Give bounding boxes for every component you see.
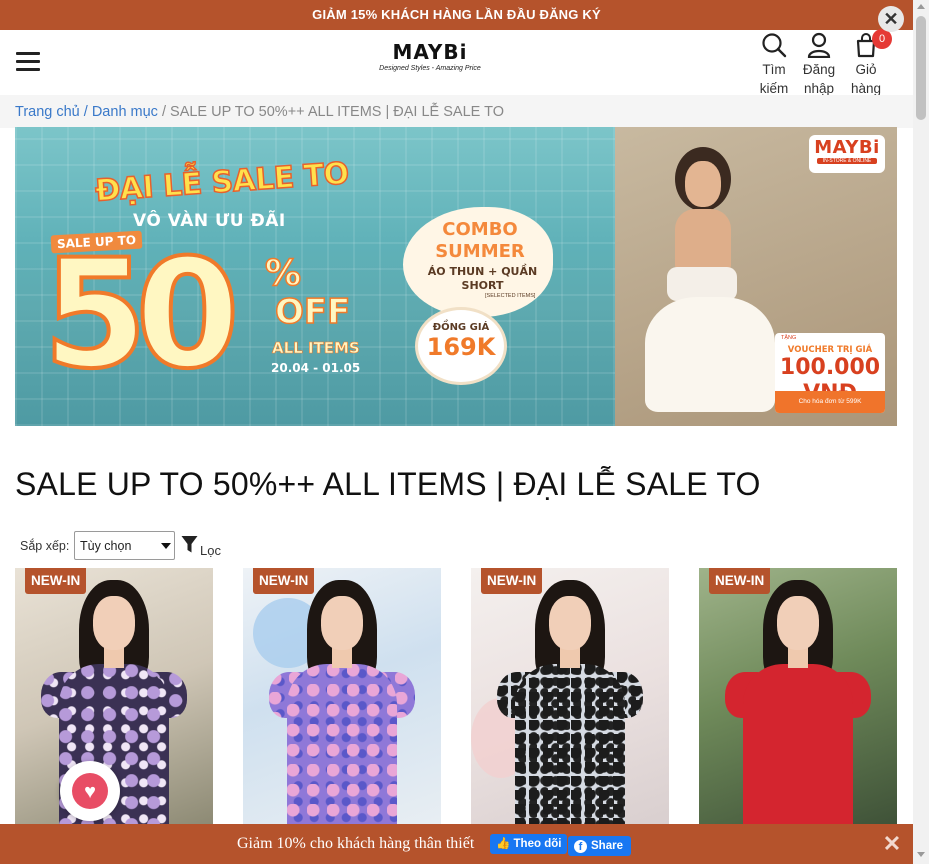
breadcrumb: Trang chủ / Danh mục / SALE UP TO 50%++ … [15,104,504,120]
new-in-badge: NEW-IN [25,568,87,594]
page-scrollbar[interactable] [913,0,929,864]
facebook-share-button[interactable]: f Share [568,836,631,856]
breadcrumb-bar: Trang chủ / Danh mục / SALE UP TO 50%++ … [0,95,913,128]
promo-bar: GIẢM 15% KHÁCH HÀNG LẦN ĐẦU ĐĂNG KÝ [0,0,913,30]
banner-logo-sub: IN-STORE & ONLINE [817,158,877,164]
scroll-down-arrow-icon[interactable] [917,852,925,857]
banner-logo: MAYBi IN-STORE & ONLINE [809,135,885,173]
voucher-tag: TẶNG [781,335,797,341]
cart-label-1: Giỏ [855,62,877,77]
scroll-thumb[interactable] [916,16,926,120]
product-card[interactable]: NEW-IN [243,568,441,824]
promo-close-button[interactable]: ✕ [878,6,904,32]
search-icon [762,33,787,58]
product-card[interactable]: NEW-IN [699,568,897,824]
new-in-badge: NEW-IN [481,568,543,594]
banner-logo-name: MAYBi [814,137,880,158]
sort-select[interactable]: Tùy chọn [74,531,175,560]
loyalty-text: Giảm 10% cho khách hàng thân thiết [237,835,475,852]
facebook-follow-button[interactable]: 👍 Theo dõi [490,834,568,854]
voucher-note: Cho hóa đơn từ 599K [775,391,885,413]
search-button[interactable]: Tìm kiếm [750,32,798,98]
filter-label: Lọc [200,543,221,558]
combo-note: [SELECTED ITEMS] [485,293,536,299]
sort-label: Sắp xếp: [20,539,70,553]
banner-model-image [645,147,775,412]
login-label-1: Đăng [802,62,836,77]
cart-button[interactable]: 0 Giỏ hàng [842,29,892,98]
price-value: 169K [426,333,496,361]
logo-name: MAYBi [392,40,468,64]
loyalty-close-button[interactable]: ✕ [882,833,902,855]
breadcrumb-category[interactable]: / Danh mục [84,104,158,120]
sale-banner[interactable]: ĐẠI LỄ SALE TO VÔ VÀN ƯU ĐÃI 50 SALE UP … [15,127,897,426]
new-in-badge: NEW-IN [253,568,315,594]
combo-title: COMBO SUMMER [435,219,525,262]
page-title: SALE UP TO 50%++ ALL ITEMS | ĐẠI LỄ SALE… [15,466,761,502]
price-circle: ĐỒNG GIÁ 169K [415,307,507,385]
search-label-1: Tìm [762,62,786,77]
heart-icon: ♥ [72,773,108,809]
voucher-title: VOUCHER TRỊ GIÁ [787,345,873,355]
combo-items: ÁO THUN + QUẦN SHORT [427,265,538,292]
site-logo[interactable]: MAYBi Designed Styles - Amazing Price [360,40,500,72]
new-in-badge: NEW-IN [709,568,771,594]
scroll-up-arrow-icon[interactable] [917,4,925,9]
cart-count-badge: 0 [872,29,892,49]
breadcrumb-home[interactable]: Trang chủ [15,104,80,120]
loyalty-bar: Giảm 10% cho khách hàng thân thiết 👍 The… [0,824,913,864]
promo-text: GIẢM 15% KHÁCH HÀNG LẦN ĐẦU ĐĂNG KÝ [312,7,601,22]
follow-label: Theo dõi [513,838,562,850]
price-label: ĐỒNG GIÁ [432,322,490,333]
breadcrumb-current: / SALE UP TO 50%++ ALL ITEMS | ĐẠI LỄ SA… [161,104,504,120]
product-image[interactable] [699,568,897,824]
banner-off: OFF [274,291,351,333]
banner-big-number: 50 [41,228,242,402]
login-button[interactable]: Đăng nhập [795,32,843,98]
header: MAYBi Designed Styles - Amazing Price Tì… [0,29,913,96]
facebook-icon: f [574,840,587,853]
chevron-down-icon [161,543,171,549]
menu-icon[interactable] [16,52,40,72]
product-card[interactable]: NEW-IN [471,568,669,824]
banner-dates: 20.04 - 01.05 [271,361,361,375]
share-label: Share [591,840,623,852]
voucher-card: TẶNG VOUCHER TRỊ GIÁ 100.000 VNĐ Cho hóa… [775,333,885,413]
sort-selected-value: Tùy chọn [80,539,132,553]
logo-tagline: Designed Styles - Amazing Price [379,65,481,72]
user-icon [807,32,831,58]
product-image[interactable] [471,568,669,824]
banner-all-items: ALL ITEMS [272,339,360,358]
product-image[interactable] [243,568,441,824]
filter-icon [181,536,198,553]
banner-percent: % [264,252,302,295]
thumbs-up-icon: 👍 [496,838,511,850]
wishlist-button[interactable]: ♥ [60,761,120,821]
